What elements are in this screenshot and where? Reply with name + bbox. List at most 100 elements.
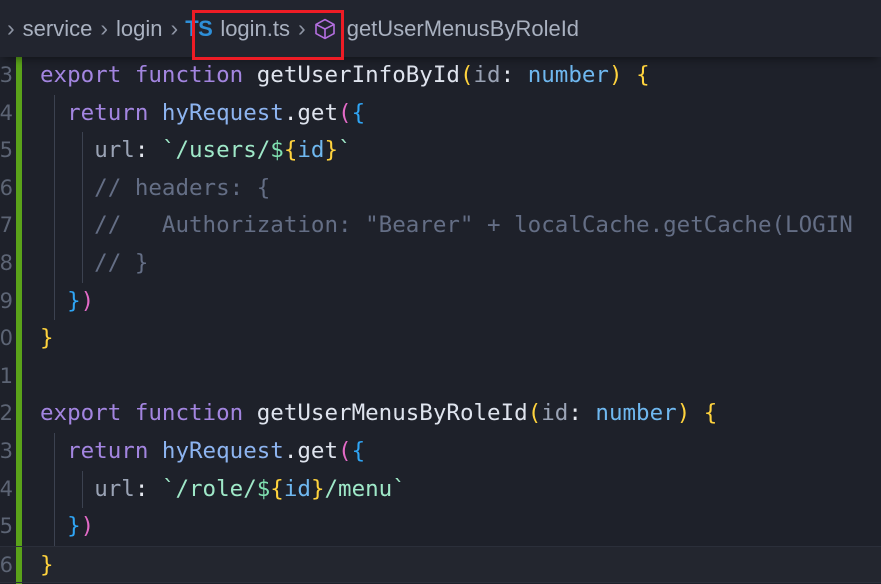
- code-token: `/role/: [161, 475, 257, 502]
- code-lines[interactable]: 3 export function getUserInfoById(id: num…: [0, 57, 881, 584]
- code-token: `/users/: [161, 137, 271, 164]
- code-text: return hyRequest.get({: [40, 95, 365, 133]
- breadcrumb-item-login[interactable]: login: [115, 0, 163, 57]
- code-token: url: [94, 475, 135, 502]
- code-line[interactable]: 4 url: `/role/${id}/menu`: [0, 470, 881, 509]
- code-token: $: [256, 475, 271, 502]
- code-line[interactable]: 7 // Authorization: "Bearer" + localCach…: [0, 207, 881, 245]
- code-token: {: [636, 62, 650, 88]
- breadcrumb-bar: › service › login › TS login.ts › getUserMenusBy…: [0, 0, 881, 57]
- code-line[interactable]: 0}: [0, 320, 881, 358]
- code-token: getUserMenusByRoleId: [256, 400, 528, 427]
- code-token: function: [134, 400, 244, 427]
- typescript-file-icon: TS: [185, 15, 213, 41]
- breadcrumb-separator: ›: [170, 15, 179, 41]
- code-token: }: [40, 551, 54, 578]
- git-change-indicator: [16, 470, 22, 509]
- code-text: // Authorization: "Bearer" + localCache.…: [40, 207, 853, 245]
- git-change-indicator: [16, 132, 22, 170]
- breadcrumb-separator: ›: [298, 15, 306, 41]
- code-line[interactable]: 6}: [0, 545, 881, 584]
- code-token: get: [297, 437, 339, 464]
- code-token: id: [297, 137, 325, 164]
- code-token: url: [94, 137, 135, 164]
- code-line[interactable]: 5 }): [0, 508, 881, 546]
- code-token: get: [297, 99, 339, 126]
- code-token: :: [134, 475, 149, 502]
- code-text: // headers: {: [40, 170, 270, 208]
- git-change-indicator: [16, 395, 22, 433]
- git-change-indicator: [16, 546, 22, 583]
- line-number: 6: [0, 175, 13, 200]
- code-line[interactable]: 3 export function getUserInfoById(id: num…: [0, 57, 881, 95]
- breadcrumb-item-getusermenusbyroleid[interactable]: getUserMenusByRoleId: [313, 0, 580, 57]
- code-text: // }: [40, 245, 148, 283]
- code-text: export function getUserInfoById(id: numb…: [40, 57, 650, 95]
- git-change-indicator: [16, 320, 22, 358]
- code-editor[interactable]: 3 export function getUserInfoById(id: num…: [0, 57, 881, 584]
- git-change-indicator: [16, 94, 22, 133]
- code-token: :: [134, 137, 149, 164]
- git-change-indicator: [16, 357, 22, 396]
- code-token: number: [595, 400, 677, 427]
- code-token: {: [351, 437, 366, 464]
- code-token: // headers: {: [40, 174, 271, 201]
- code-token: id: [541, 400, 569, 427]
- code-text: }: [40, 547, 54, 584]
- code-token: (: [459, 62, 474, 88]
- line-number: 3: [0, 63, 13, 87]
- line-number: 6: [0, 552, 13, 577]
- code-token: {: [703, 400, 718, 427]
- code-text: return hyRequest.get({: [40, 433, 365, 471]
- code-line[interactable]: 5 url: `/users/${id}`: [0, 132, 881, 170]
- code-line[interactable]: 9 }): [0, 282, 881, 321]
- code-line[interactable]: 1: [0, 357, 881, 396]
- line-number: 8: [0, 250, 13, 275]
- code-line[interactable]: 2 export function getUserMenusByRoleId(id…: [0, 395, 881, 433]
- code-token: (: [338, 437, 352, 464]
- code-token: ): [80, 287, 95, 314]
- line-number: 1: [0, 363, 13, 388]
- breadcrumb-item-login-ts[interactable]: TS login.ts: [185, 0, 291, 57]
- code-token: }: [310, 475, 325, 502]
- code-line[interactable]: 6 // headers: {: [0, 169, 881, 208]
- code-token: }: [67, 513, 81, 540]
- code-token: ): [676, 400, 691, 427]
- code-line[interactable]: 8 // }: [0, 244, 881, 283]
- line-number: 2: [0, 401, 13, 426]
- code-token: export: [40, 400, 122, 427]
- git-change-indicator: [16, 508, 22, 546]
- code-token: ): [608, 62, 623, 88]
- code-token: // Authorization: "Bearer" + localCache.…: [40, 212, 853, 239]
- code-token: id: [473, 62, 501, 88]
- code-text: }: [40, 320, 54, 358]
- breadcrumb-item-label: login.ts: [220, 15, 291, 41]
- code-token: {: [351, 99, 366, 126]
- code-token: getUserInfoById: [256, 62, 460, 88]
- code-line[interactable]: 4 return hyRequest.get({: [0, 94, 881, 133]
- code-token: }: [67, 287, 81, 314]
- code-text: export function getUserMenusByRoleId(id:…: [40, 395, 717, 433]
- code-line[interactable]: 3 return hyRequest.get({: [0, 432, 881, 471]
- code-token: .: [283, 437, 298, 464]
- code-token: :: [500, 62, 515, 88]
- breadcrumb-item-service[interactable]: service: [22, 0, 94, 57]
- code-token: .: [283, 99, 298, 126]
- code-token: return: [67, 99, 149, 126]
- line-number: 4: [0, 476, 13, 501]
- line-number: 5: [0, 138, 13, 163]
- git-change-indicator: [16, 282, 22, 321]
